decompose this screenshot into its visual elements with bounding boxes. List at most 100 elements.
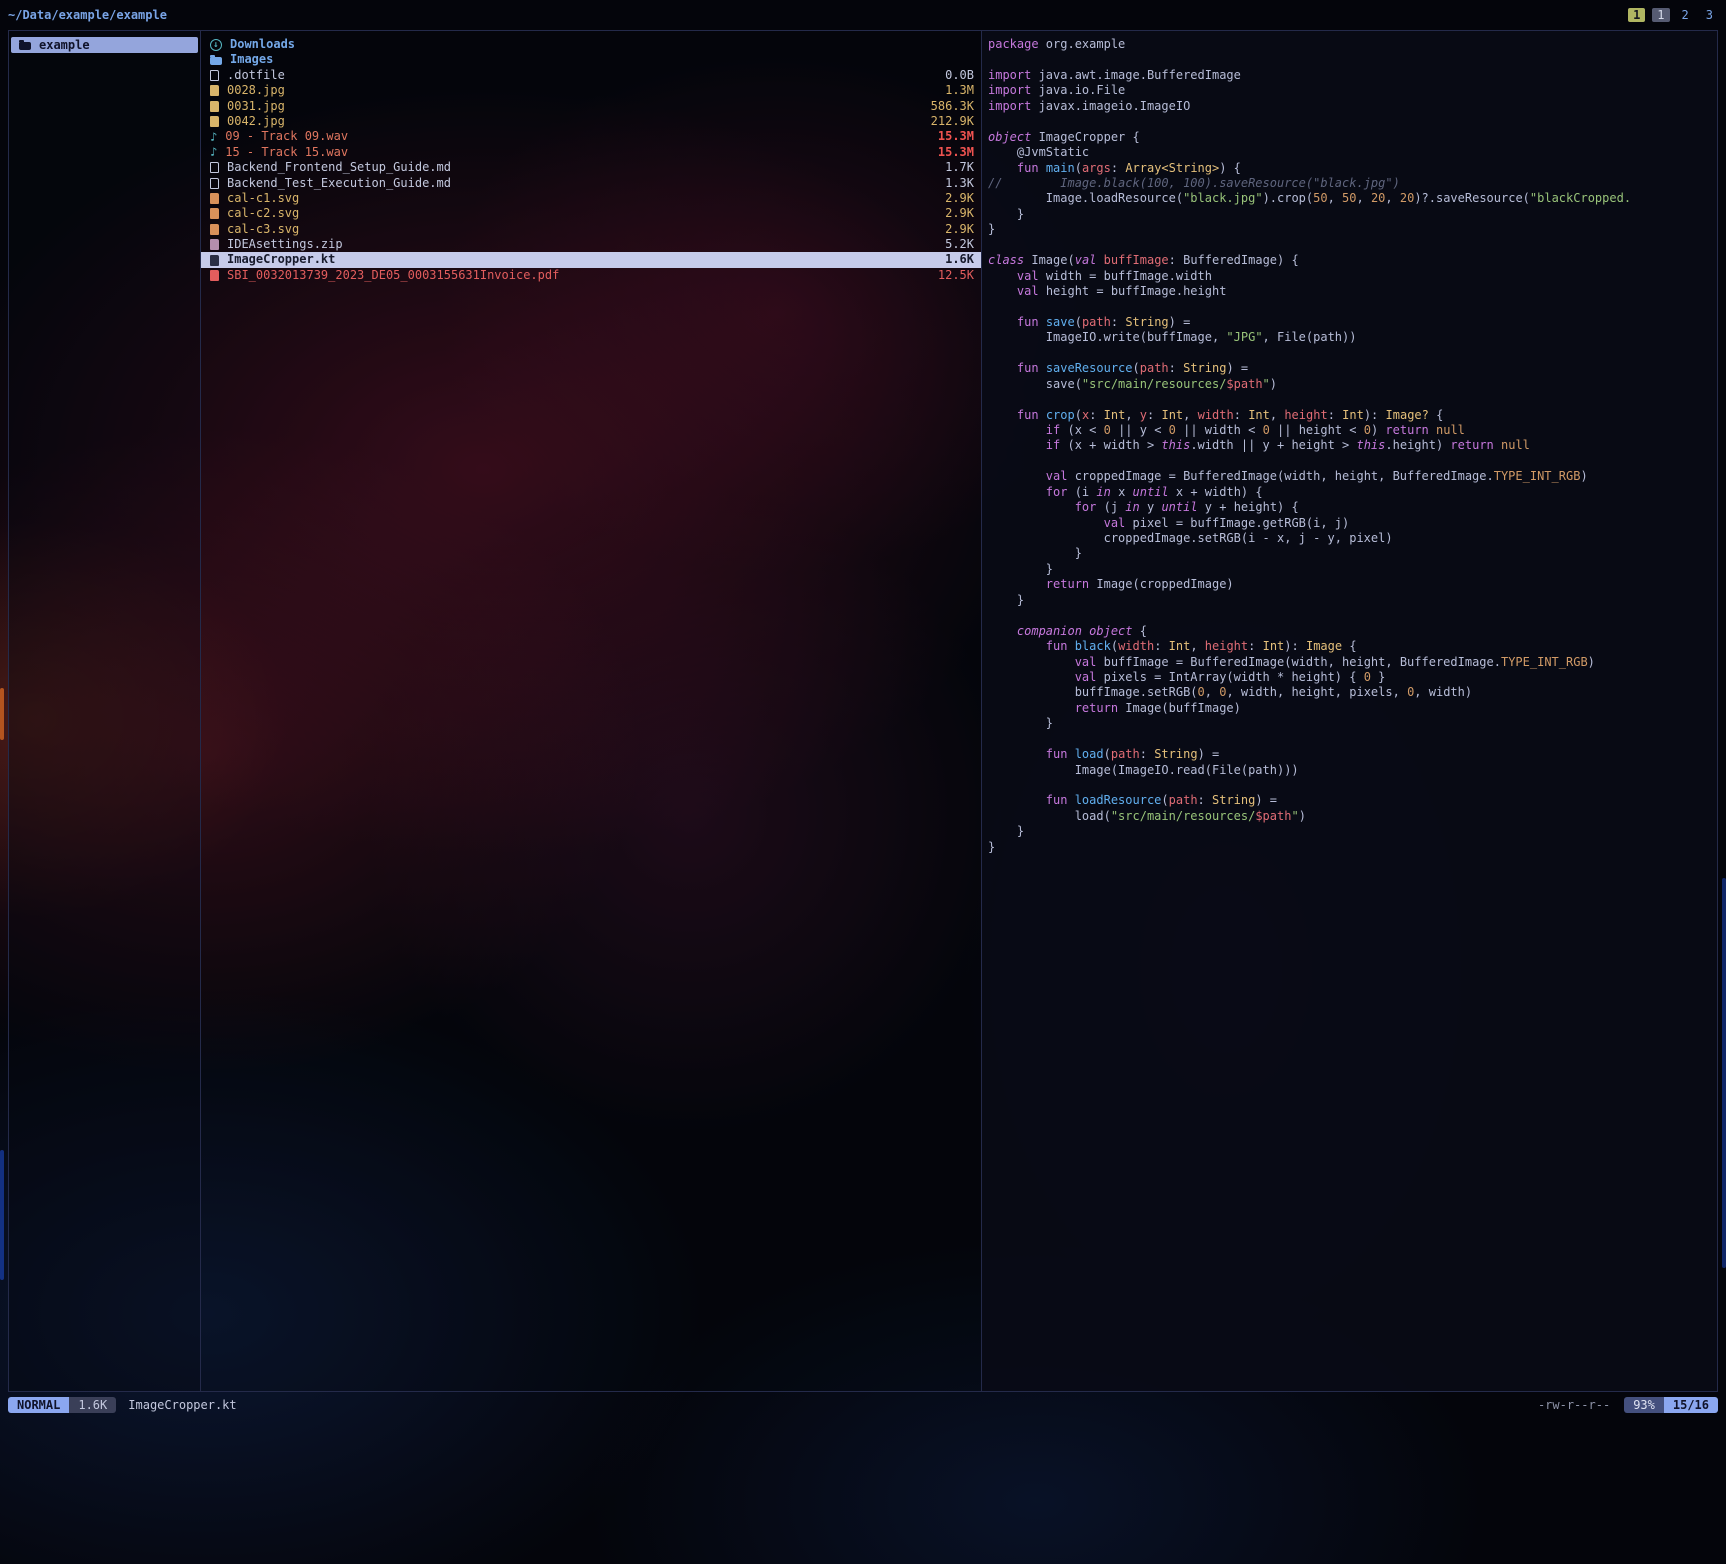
code-segment: width = buffImage.width bbox=[1046, 269, 1212, 283]
code-segment: , bbox=[1385, 191, 1399, 205]
code-segment: in bbox=[1125, 500, 1147, 514]
file-row[interactable]: ♪09 - Track 09.wav15.3M bbox=[201, 129, 981, 144]
code-preview: package org.example import java.awt.imag… bbox=[988, 37, 1717, 855]
code-segment: org.example bbox=[1046, 37, 1125, 51]
code-line: load("src/main/resources/$path") bbox=[988, 809, 1717, 824]
code-segment: 0 bbox=[1364, 423, 1371, 437]
code-segment: ImageCropper { bbox=[1039, 130, 1140, 144]
code-line: for (j in y until y + height) { bbox=[988, 500, 1717, 515]
file-row[interactable]: cal-c2.svg2.9K bbox=[201, 206, 981, 221]
code-segment: } bbox=[988, 593, 1024, 607]
code-segment: ).crop( bbox=[1263, 191, 1314, 205]
file-name: cal-c1.svg bbox=[227, 191, 937, 206]
file-row[interactable]: ImageCropper.kt 1.6K bbox=[201, 252, 981, 267]
file-name: 0031.jpg bbox=[227, 99, 923, 114]
preview-panel[interactable]: package org.example import java.awt.imag… bbox=[981, 31, 1717, 1391]
code-segment: y bbox=[1140, 408, 1147, 422]
file-row[interactable]: 0028.jpg1.3M bbox=[201, 83, 981, 98]
folder-icon bbox=[210, 57, 222, 65]
code-line: val height = buffImage.height bbox=[988, 284, 1717, 299]
file-size: 1.6K bbox=[945, 252, 974, 267]
code-line: if (x + width > this.width || y + height… bbox=[988, 438, 1717, 453]
code-line: } bbox=[988, 207, 1717, 222]
code-segment: pixels = IntArray(width * height) { bbox=[1104, 670, 1364, 684]
code-line bbox=[988, 454, 1717, 469]
file-name: IDEAsettings.zip bbox=[227, 237, 937, 252]
code-segment: val bbox=[1104, 516, 1133, 530]
code-segment: until bbox=[1133, 485, 1176, 499]
file-row[interactable]: .dotfile0.0B bbox=[201, 68, 981, 83]
scroll-percent: 93% bbox=[1624, 1397, 1664, 1413]
code-segment: ( bbox=[1133, 361, 1140, 375]
file-list: ↓DownloadsImages.dotfile0.0B0028.jpg1.3M… bbox=[201, 37, 981, 283]
file-row[interactable]: Backend_Test_Execution_Guide.md1.3K bbox=[201, 176, 981, 191]
code-segment: height bbox=[1205, 639, 1248, 653]
file-row[interactable]: IDEAsettings.zip5.2K bbox=[201, 237, 981, 252]
code-segment: String bbox=[1125, 315, 1168, 329]
code-segment: crop bbox=[1046, 408, 1075, 422]
code-segment: ( bbox=[1075, 408, 1082, 422]
file-row[interactable]: 0042.jpg212.9K bbox=[201, 114, 981, 129]
file-row[interactable]: cal-c1.svg2.9K bbox=[201, 191, 981, 206]
code-segment bbox=[988, 655, 1075, 669]
code-segment: import bbox=[988, 68, 1039, 82]
code-line: companion object { bbox=[988, 624, 1717, 639]
code-segment: ( bbox=[1111, 639, 1118, 653]
code-segment: .height) bbox=[1385, 438, 1450, 452]
parent-item[interactable]: example bbox=[11, 37, 198, 53]
tab-2[interactable]: 1 bbox=[1652, 8, 1669, 22]
code-segment: in bbox=[1096, 485, 1118, 499]
code-segment: this bbox=[1356, 438, 1385, 452]
code-segment: val bbox=[1046, 469, 1075, 483]
file-row[interactable]: Images bbox=[201, 52, 981, 67]
image-icon bbox=[210, 85, 219, 96]
status-right: -rw-r--r-- 93% 15/16 bbox=[1538, 1397, 1718, 1413]
code-segment: 50 bbox=[1342, 191, 1356, 205]
code-segment: TYPE_INT_RGB bbox=[1501, 655, 1588, 669]
code-segment bbox=[988, 238, 995, 252]
file-name: 15 - Track 15.wav bbox=[225, 145, 930, 160]
code-segment bbox=[988, 315, 1017, 329]
code-line: } bbox=[988, 222, 1717, 237]
code-line: val croppedImage = BufferedImage(width, … bbox=[988, 469, 1717, 484]
code-line: fun crop(x: Int, y: Int, width: Int, hei… bbox=[988, 408, 1717, 423]
code-segment: buffImage.setRGB( bbox=[988, 685, 1198, 699]
file-row[interactable]: ♪15 - Track 15.wav15.3M bbox=[201, 145, 981, 160]
tab-4[interactable]: 3 bbox=[1701, 8, 1718, 22]
code-segment bbox=[988, 577, 1046, 591]
file-row[interactable]: 0031.jpg586.3K bbox=[201, 99, 981, 114]
code-segment: ) bbox=[1270, 377, 1277, 391]
file-name: ImageCropper.kt bbox=[227, 252, 937, 267]
parent-panel[interactable]: example bbox=[9, 31, 201, 1391]
code-line bbox=[988, 732, 1717, 747]
code-segment: } bbox=[988, 716, 1053, 730]
code-segment: , bbox=[1357, 191, 1371, 205]
file-row[interactable]: Backend_Frontend_Setup_Guide.md1.7K bbox=[201, 160, 981, 175]
file-row[interactable]: cal-c3.svg2.9K bbox=[201, 222, 981, 237]
file-panel[interactable]: ↓DownloadsImages.dotfile0.0B0028.jpg1.3M… bbox=[201, 31, 981, 1391]
tab-3[interactable]: 2 bbox=[1677, 8, 1694, 22]
code-segment: { bbox=[1140, 624, 1147, 638]
code-segment bbox=[988, 701, 1075, 715]
code-segment: : bbox=[1140, 747, 1154, 761]
code-segment: : bbox=[1147, 408, 1161, 422]
tab-1[interactable]: 1 bbox=[1628, 8, 1645, 22]
file-name: cal-c3.svg bbox=[227, 222, 937, 237]
code-segment: Image(croppedImage) bbox=[1096, 577, 1233, 591]
code-segment bbox=[988, 284, 1017, 298]
code-segment: Int bbox=[1248, 408, 1270, 422]
code-line: return Image(croppedImage) bbox=[988, 577, 1717, 592]
code-segment: Image(buffImage) bbox=[1125, 701, 1241, 715]
pdf-icon bbox=[210, 270, 219, 281]
code-segment: load( bbox=[988, 809, 1111, 823]
code-segment: black bbox=[1075, 639, 1111, 653]
code-segment: import bbox=[988, 99, 1039, 113]
code-line: } bbox=[988, 824, 1717, 839]
code-segment: fun bbox=[1017, 161, 1046, 175]
code-segment: this bbox=[1161, 438, 1190, 452]
file-row[interactable]: SBI_0032013739_2023_DE05_0003155631Invoi… bbox=[201, 268, 981, 283]
file-row[interactable]: ↓Downloads bbox=[201, 37, 981, 52]
code-line: croppedImage.setRGB(i - x, j - y, pixel) bbox=[988, 531, 1717, 546]
code-segment: return bbox=[1450, 438, 1501, 452]
code-segment: $path bbox=[1255, 809, 1291, 823]
